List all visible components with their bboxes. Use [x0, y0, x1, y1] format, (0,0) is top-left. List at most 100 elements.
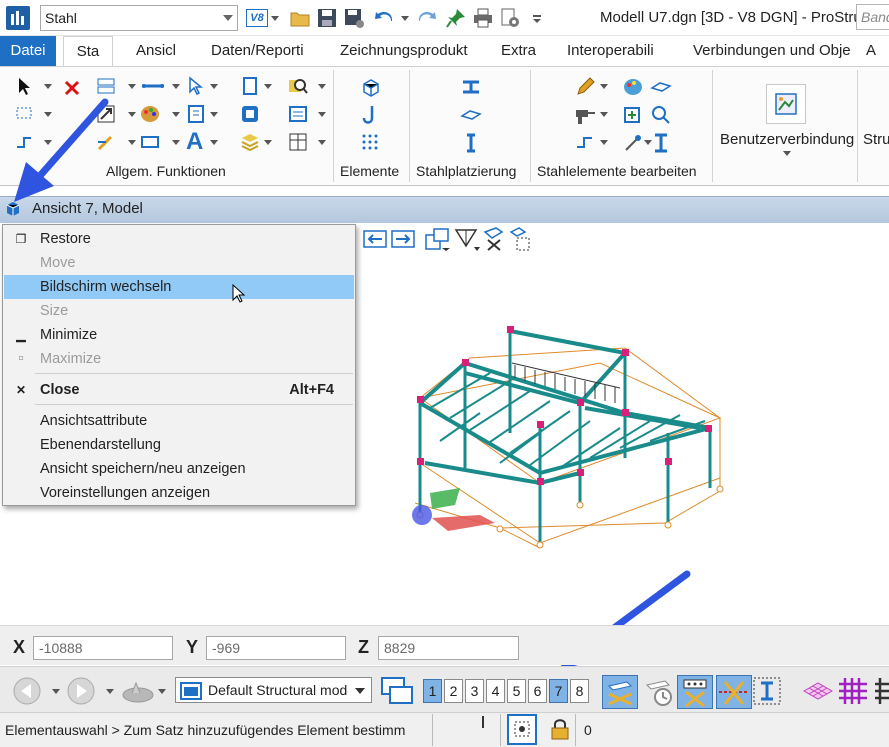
tab-extras[interactable]: Extra — [497, 36, 540, 66]
chevron-down-icon[interactable] — [172, 140, 180, 145]
beam-icon[interactable] — [460, 76, 480, 96]
chevron-down-icon[interactable] — [158, 689, 166, 694]
snap-mode-icon[interactable] — [507, 714, 537, 745]
open-folder-icon[interactable] — [289, 7, 311, 29]
chevron-down-icon[interactable] — [600, 140, 608, 145]
menu-item-minimize[interactable]: ▁ Minimize — [4, 323, 354, 347]
chevron-down-icon[interactable] — [172, 84, 180, 89]
view-button-1[interactable]: 1 — [423, 679, 442, 703]
customize-qat-icon[interactable] — [530, 7, 544, 29]
text-a-icon[interactable]: A — [186, 130, 206, 154]
stru-label[interactable]: Stru — [863, 131, 889, 148]
benutzerverbindung-button-icon[interactable] — [766, 84, 806, 124]
steel-history-icon[interactable] — [641, 675, 675, 707]
chevron-down-icon[interactable] — [210, 140, 218, 145]
clip-mask-icon[interactable] — [509, 226, 533, 252]
search-element-icon[interactable] — [650, 104, 670, 124]
chevron-down-icon[interactable] — [44, 84, 52, 89]
next-view-icon[interactable] — [391, 229, 415, 249]
menu-item-ansicht-speichern[interactable]: Ansicht speichern/neu anzeigen — [4, 457, 354, 481]
save-icon[interactable] — [316, 7, 338, 29]
view-button-8[interactable]: 8 — [570, 679, 589, 703]
view-button-5[interactable]: 5 — [507, 679, 526, 703]
chevron-down-icon[interactable] — [318, 112, 326, 117]
tab-daten-reporting[interactable]: Daten/Reporti — [207, 36, 308, 66]
chevron-down-icon[interactable] — [172, 112, 180, 117]
workset-combo[interactable]: Stahl — [40, 5, 238, 31]
tab-interoperabilitaet[interactable]: Interoperabili — [563, 36, 658, 66]
chevron-down-icon[interactable] — [600, 84, 608, 89]
tab-datei[interactable]: Datei — [0, 36, 56, 66]
chevron-down-icon[interactable] — [52, 689, 60, 694]
grating-icon[interactable] — [800, 675, 834, 707]
select-plate-icon[interactable] — [716, 675, 752, 709]
benutzerverbindung-label[interactable]: Benutzerverbindung — [720, 131, 854, 148]
drill-icon[interactable] — [574, 104, 595, 124]
dropdown-icon[interactable] — [270, 7, 280, 29]
table-icon[interactable] — [288, 132, 308, 152]
x-coord-field[interactable]: -10888 — [33, 636, 173, 660]
menu-item-voreinstellungen[interactable]: Voreinstellungen anzeigen — [4, 481, 354, 505]
pin-icon[interactable] — [445, 7, 467, 29]
print-icon[interactable] — [472, 7, 494, 29]
view-window-icon[interactable] — [240, 104, 260, 124]
view-button-6[interactable]: 6 — [528, 679, 547, 703]
save-settings-icon[interactable] — [343, 7, 365, 29]
v8-badge[interactable]: V8 — [246, 9, 268, 27]
menu-item-bildschirm-wechseln[interactable]: Bildschirm wechseln — [4, 275, 354, 299]
tab-zeichnungsproduktion[interactable]: Zeichnungsprodukt — [336, 36, 472, 66]
chevron-down-icon[interactable] — [106, 689, 114, 694]
color-palette-icon[interactable] — [140, 104, 160, 124]
dropdown-icon[interactable] — [400, 7, 410, 29]
view-button-3[interactable]: 3 — [465, 679, 484, 703]
add-connection-icon[interactable] — [622, 104, 642, 124]
grid-system-icon[interactable] — [836, 675, 870, 707]
chevron-down-icon[interactable] — [318, 140, 326, 145]
pencil-edit-icon[interactable] — [574, 76, 595, 96]
forward-circle-icon[interactable] — [66, 677, 96, 705]
menu-item-size[interactable]: Size — [4, 299, 354, 323]
view-button-2[interactable]: 2 — [444, 679, 463, 703]
chevron-down-icon[interactable] — [210, 84, 218, 89]
section-icon[interactable] — [650, 132, 670, 153]
tab-verbindungen[interactable]: Verbindungen und Obje — [689, 36, 855, 66]
chevron-down-icon[interactable] — [210, 112, 218, 117]
element-info-icon[interactable] — [186, 76, 206, 96]
menu-item-restore[interactable]: ❐ Restore — [4, 227, 354, 251]
chevron-down-icon[interactable] — [264, 140, 272, 145]
undo-icon[interactable] — [373, 7, 395, 29]
more-tools-icon[interactable] — [872, 675, 889, 707]
app-logo-icon[interactable] — [6, 6, 30, 30]
settings-icon[interactable] — [499, 7, 521, 29]
stretch-icon[interactable] — [574, 132, 594, 152]
view-button-7[interactable]: 7 — [549, 679, 568, 703]
color-edit-icon[interactable] — [622, 76, 642, 96]
model-disc-icon[interactable] — [120, 677, 156, 705]
pick-icon[interactable] — [622, 132, 642, 152]
model-combo[interactable]: Default Structural model — [175, 677, 372, 703]
chevron-down-icon[interactable] — [264, 84, 272, 89]
lock-icon[interactable] — [550, 718, 570, 740]
properties-icon[interactable] — [288, 104, 308, 124]
select-steel-icon[interactable] — [602, 675, 638, 709]
chevron-down-icon[interactable] — [783, 151, 791, 156]
line-style-icon[interactable] — [140, 76, 166, 96]
back-circle-icon[interactable] — [12, 677, 42, 705]
note-icon[interactable] — [186, 104, 206, 124]
chevron-down-icon[interactable] — [318, 84, 326, 89]
layers-icon[interactable] — [240, 132, 260, 152]
chevron-down-icon[interactable] — [128, 84, 136, 89]
view-button-4[interactable]: 4 — [486, 679, 505, 703]
hook-element-icon[interactable] — [360, 104, 380, 124]
view-windows-icon[interactable] — [380, 676, 416, 706]
plate-icon[interactable] — [460, 104, 482, 124]
model-sheet-icon[interactable] — [240, 76, 260, 96]
rectangle-icon[interactable] — [140, 132, 160, 152]
tab-ansicht[interactable]: Ansicl — [132, 36, 180, 66]
previous-view-icon[interactable] — [363, 229, 387, 249]
find-icon[interactable] — [288, 76, 308, 96]
menu-item-maximize[interactable]: ▫ Maximize — [4, 347, 354, 371]
redo-icon[interactable] — [416, 7, 438, 29]
eraser-icon[interactable] — [650, 76, 672, 96]
tab-sta[interactable]: Sta — [63, 36, 113, 66]
